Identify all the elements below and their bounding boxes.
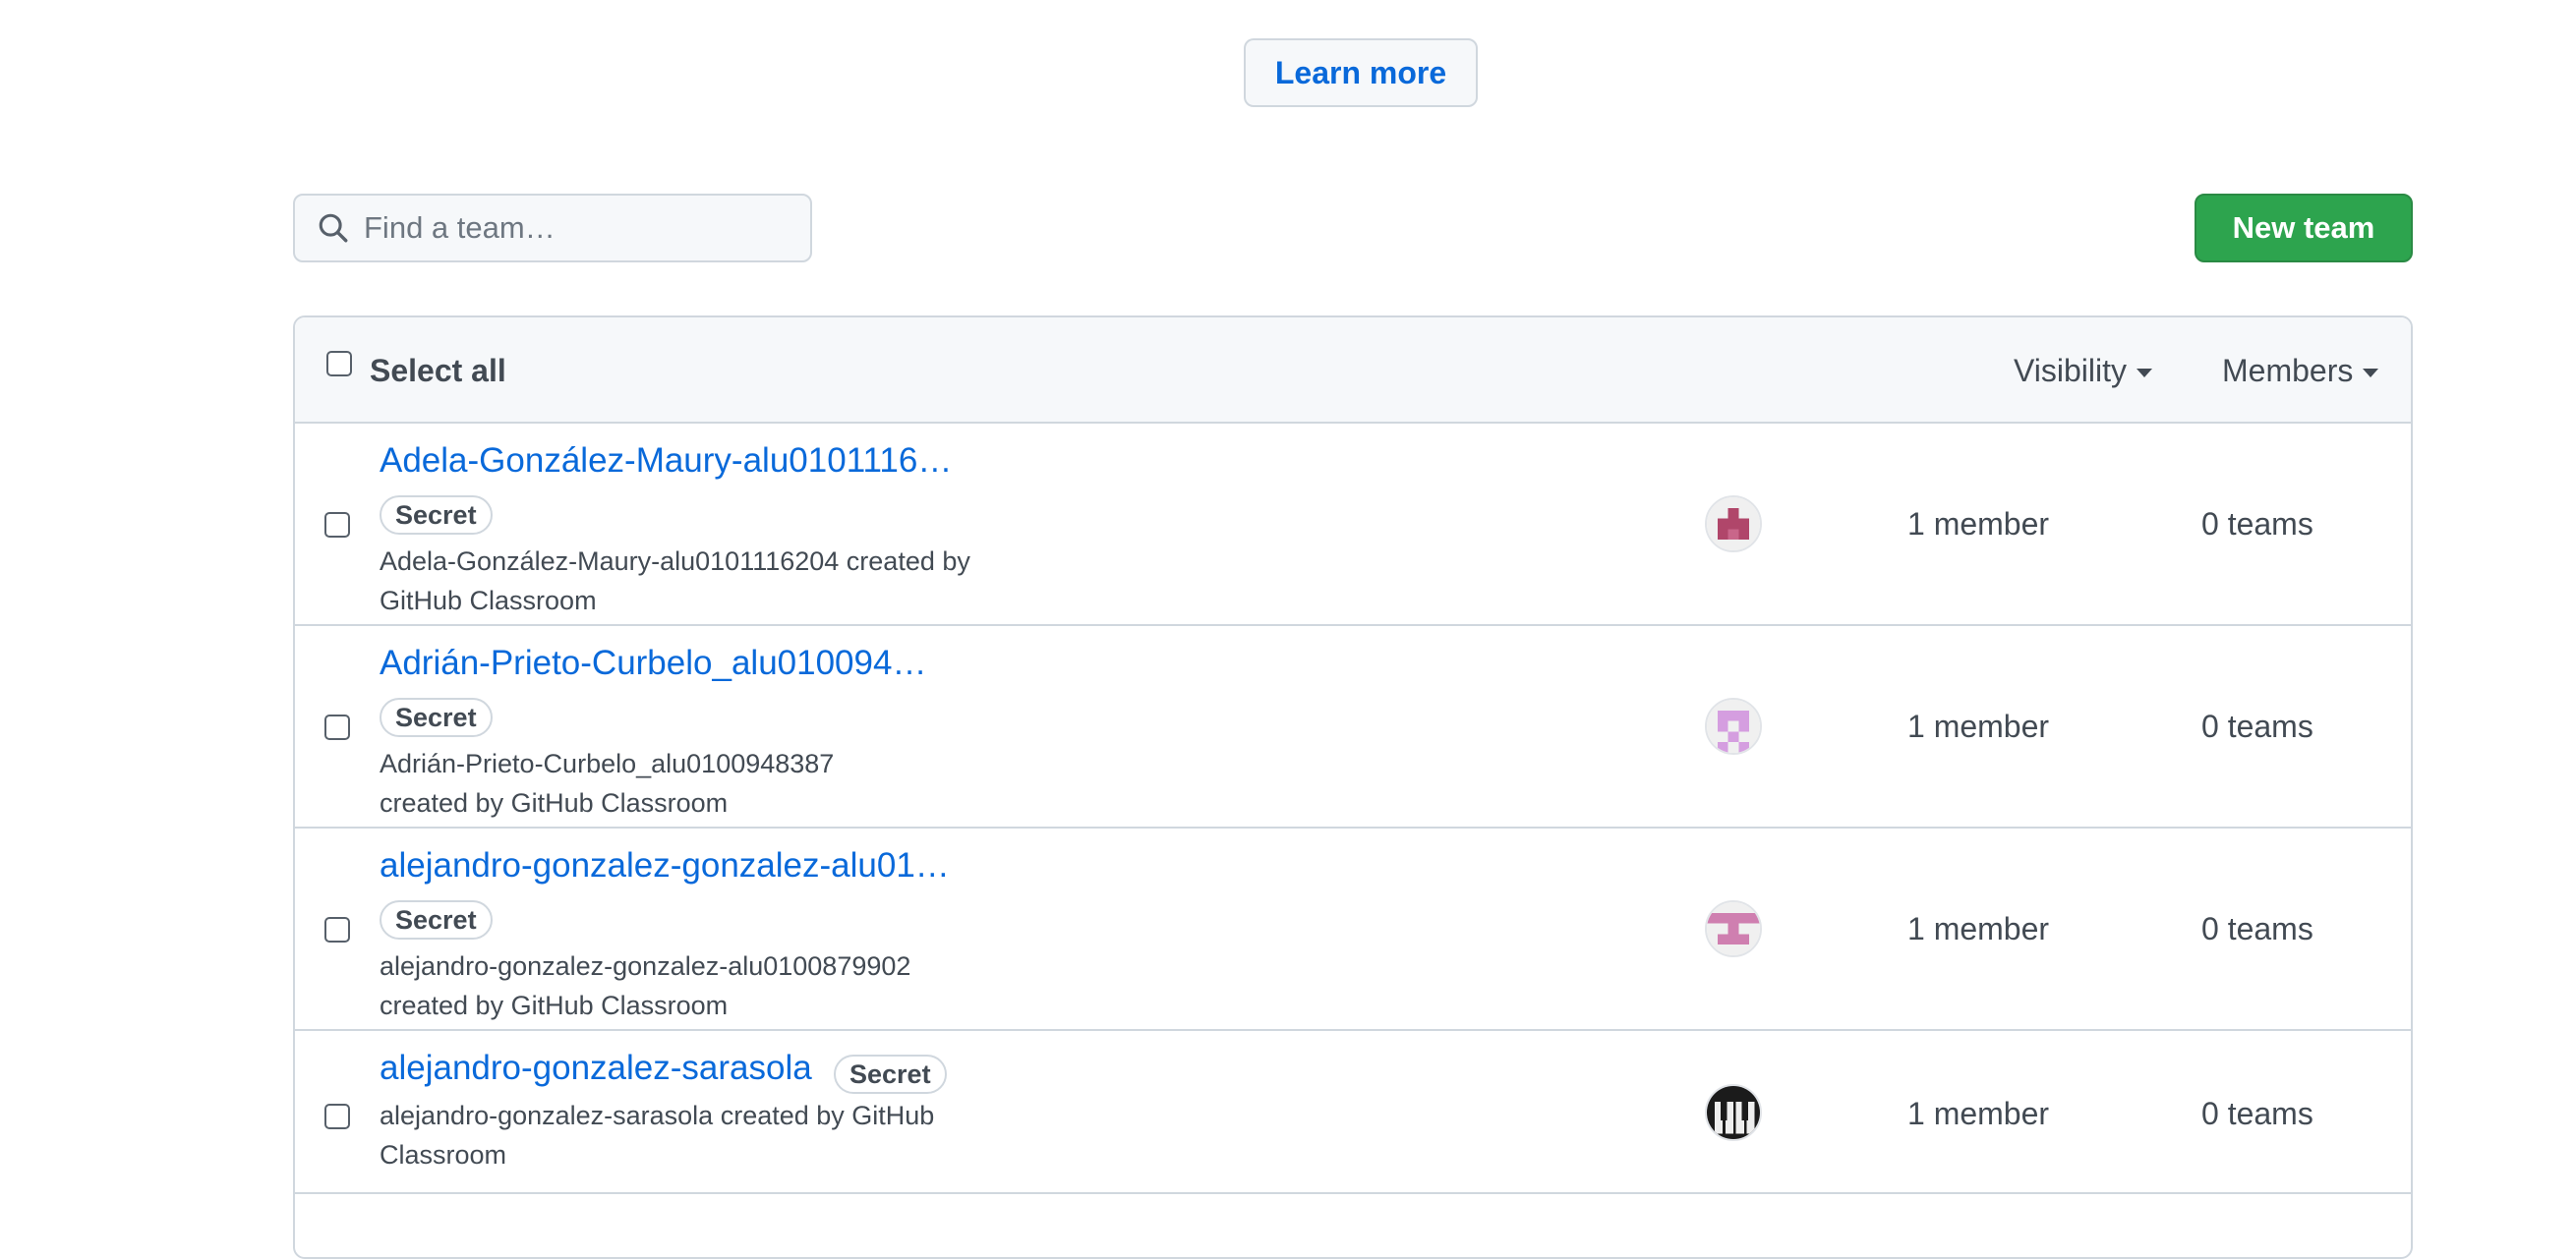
team-row-checkbox[interactable] xyxy=(324,1104,350,1129)
team-row: Adela-González-Maury-alu0101116… Secret … xyxy=(295,424,2411,626)
team-count: 0 teams xyxy=(2201,911,2313,946)
team-list-header: Select all Visibility Members xyxy=(295,317,2411,424)
team-row-checkbox[interactable] xyxy=(324,512,350,538)
new-team-button[interactable]: New team xyxy=(2195,194,2413,262)
team-list: Select all Visibility Members Adela-Gonz… xyxy=(293,315,2413,1259)
identicon-magenta-icon[interactable] xyxy=(1705,495,1762,552)
piano-keys-avatar-icon[interactable] xyxy=(1705,1084,1762,1141)
secret-badge: Secret xyxy=(380,698,493,737)
team-count: 0 teams xyxy=(2201,709,2313,744)
team-count: 0 teams xyxy=(2201,1096,2313,1131)
team-row-checkbox[interactable] xyxy=(324,917,350,943)
team-row-checkbox[interactable] xyxy=(324,715,350,740)
chevron-down-icon xyxy=(2137,369,2152,377)
members-filter-menu[interactable]: Members xyxy=(2222,353,2379,389)
team-name-link[interactable]: Adela-González-Maury-alu0101116… xyxy=(380,441,952,481)
team-description: Adrián-Prieto-Curbelo_alu0100948387 crea… xyxy=(380,749,835,818)
team-name-link[interactable]: Adrián-Prieto-Curbelo_alu010094… xyxy=(380,644,926,683)
members-filter-label: Members xyxy=(2222,353,2354,388)
team-name-link[interactable]: alejandro-gonzalez-gonzalez-alu01… xyxy=(380,846,950,886)
select-all-checkbox[interactable] xyxy=(326,351,352,376)
team-count: 0 teams xyxy=(2201,506,2313,542)
identicon-lilac-icon[interactable] xyxy=(1705,698,1762,755)
search-input[interactable] xyxy=(364,210,777,246)
chevron-down-icon xyxy=(2363,369,2379,377)
team-row: alejandro-gonzalez-gonzalez-alu01… Secre… xyxy=(295,829,2411,1031)
select-all-label: Select all xyxy=(370,353,506,388)
secret-badge: Secret xyxy=(380,900,493,940)
team-row: Adrián-Prieto-Curbelo_alu010094… Secret … xyxy=(295,626,2411,829)
secret-badge: Secret xyxy=(834,1055,947,1094)
visibility-filter-menu[interactable]: Visibility xyxy=(2014,353,2152,389)
member-count-link[interactable]: 1 member xyxy=(1907,1096,2049,1132)
team-search-box[interactable] xyxy=(293,194,812,262)
team-description: alejandro-gonzalez-sarasola created by G… xyxy=(380,1101,935,1170)
team-name-link[interactable]: alejandro-gonzalez-sarasola xyxy=(380,1049,812,1088)
identicon-pink-icon[interactable] xyxy=(1705,900,1762,957)
team-description: alejandro-gonzalez-gonzalez-alu010087990… xyxy=(380,951,911,1020)
member-count-link[interactable]: 1 member xyxy=(1907,506,2049,543)
member-count-link[interactable]: 1 member xyxy=(1907,709,2049,745)
secret-badge: Secret xyxy=(380,495,493,535)
visibility-filter-label: Visibility xyxy=(2014,353,2127,388)
member-count-link[interactable]: 1 member xyxy=(1907,911,2049,947)
team-description: Adela-González-Maury-alu0101116204 creat… xyxy=(380,546,970,615)
learn-more-button[interactable]: Learn more xyxy=(1244,38,1478,107)
search-icon xyxy=(319,213,348,243)
team-row: alejandro-gonzalez-sarasola Secret aleja… xyxy=(295,1031,2411,1194)
